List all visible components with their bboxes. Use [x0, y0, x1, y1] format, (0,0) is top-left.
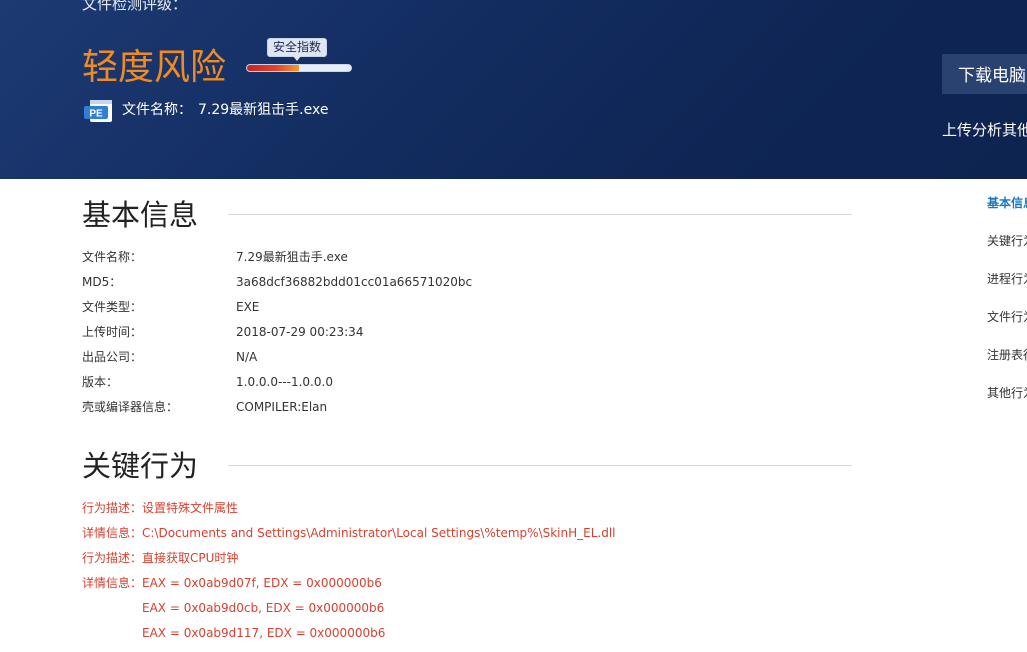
upload-other-link[interactable]: 上传分析其他 [942, 120, 1027, 140]
info-value: COMPILER:Elan [236, 400, 328, 414]
behavior-row: EAX = 0x0ab9d0cb, EDX = 0x000000b6 [82, 600, 842, 625]
info-value: 2018-07-29 00:23:34 [236, 325, 364, 339]
gauge-fill [247, 65, 299, 71]
risk-level: 轻度风险 [82, 47, 227, 88]
behavior-row: 行为描述： 直接获取CPU时钟 [82, 550, 842, 575]
behavior-key: 行为描述： [82, 501, 143, 515]
rating-label: 文件检测评级： [82, 0, 188, 13]
info-row: 出品公司： N/A [82, 349, 782, 374]
behavior-row: 行为描述： 设置特殊文件属性 [82, 500, 842, 525]
behavior-row: EAX = 0x0ab9d117, EDX = 0x000000b6 [82, 625, 842, 650]
behavior-value: EAX = 0x0ab9d0cb, EDX = 0x000000b6 [142, 601, 385, 615]
info-key: 出品公司： [82, 350, 143, 364]
basic-info-table: 文件名称： 7.29最新狙击手.exe MD5： 3a68dcf36882bdd… [82, 249, 782, 424]
behavior-value: 设置特殊文件属性 [142, 501, 239, 515]
pe-icon-text: PE [89, 109, 103, 120]
behavior-value: C:\Documents and Settings\Administrator\… [142, 526, 616, 540]
behavior-value: EAX = 0x0ab9d117, EDX = 0x000000b6 [142, 626, 386, 640]
info-row: 版本： 1.0.0.0---1.0.0.0 [82, 374, 782, 399]
info-key: MD5： [82, 275, 122, 289]
side-nav-key-behavior[interactable]: 关键行为 [987, 233, 1027, 271]
info-value: 7.29最新狙击手.exe [236, 250, 348, 264]
info-key: 壳或编译器信息： [82, 400, 179, 414]
info-row: 文件类型： EXE [82, 299, 782, 324]
basic-info-title: 基本信息 [82, 198, 199, 232]
side-nav-other-behavior[interactable]: 其他行为 [987, 385, 1027, 423]
download-button[interactable]: 下载电脑 [942, 54, 1027, 94]
side-nav: 基本信息 关键行为 进程行为 文件行为 注册表行为 其他行为 [987, 195, 1027, 423]
behavior-key: 详情信息： [82, 526, 143, 540]
pe-file-icon: PE [84, 99, 116, 123]
header-file-name: 文件名称： 7.29最新狙击手.exe [122, 100, 328, 120]
info-key: 上传时间： [82, 325, 143, 339]
safety-gauge-label: 安全指数 [267, 38, 328, 57]
header-file-name-value: 7.29最新狙击手.exe [198, 102, 329, 118]
info-key: 文件类型： [82, 300, 143, 314]
behavior-row: 详情信息： C:\Documents and Settings\Administ… [82, 525, 842, 550]
key-behavior-list: 行为描述： 设置特殊文件属性 详情信息： C:\Documents and Se… [82, 500, 842, 650]
behavior-key: 行为描述： [82, 551, 143, 565]
info-value: N/A [236, 350, 258, 364]
side-nav-file-behavior[interactable]: 文件行为 [987, 309, 1027, 347]
side-nav-registry-behavior[interactable]: 注册表行为 [987, 347, 1027, 385]
behavior-value: 直接获取CPU时钟 [142, 551, 239, 565]
gauge-track [246, 64, 352, 72]
behavior-row: 详情信息： EAX = 0x0ab9d07f, EDX = 0x000000b6 [82, 575, 842, 600]
behavior-value: EAX = 0x0ab9d07f, EDX = 0x000000b6 [142, 576, 382, 590]
basic-info-divider [228, 214, 852, 215]
info-key: 文件名称： [82, 250, 143, 264]
info-row: 壳或编译器信息： COMPILER:Elan [82, 399, 782, 424]
side-nav-process-behavior[interactable]: 进程行为 [987, 271, 1027, 309]
key-behavior-title: 关键行为 [82, 449, 199, 483]
info-row: 上传时间： 2018-07-29 00:23:34 [82, 324, 782, 349]
result-banner: 文件检测评级： 轻度风险 安全指数 PE 文件名称： 7.29最新狙击手.exe … [0, 0, 1027, 179]
key-behavior-divider [228, 465, 852, 466]
info-value: 3a68dcf36882bdd01cc01a66571020bc [236, 275, 473, 289]
gauge-pointer [293, 56, 301, 61]
info-value: 1.0.0.0---1.0.0.0 [236, 375, 333, 389]
info-row: MD5： 3a68dcf36882bdd01cc01a66571020bc [82, 274, 782, 299]
behavior-key: 详情信息： [82, 576, 143, 590]
info-row: 文件名称： 7.29最新狙击手.exe [82, 249, 782, 274]
safety-gauge: 安全指数 [246, 38, 352, 72]
header-file-name-label: 文件名称： [122, 102, 192, 118]
info-value: EXE [236, 300, 260, 314]
info-key: 版本： [82, 375, 119, 389]
side-nav-basic-info[interactable]: 基本信息 [987, 195, 1027, 233]
